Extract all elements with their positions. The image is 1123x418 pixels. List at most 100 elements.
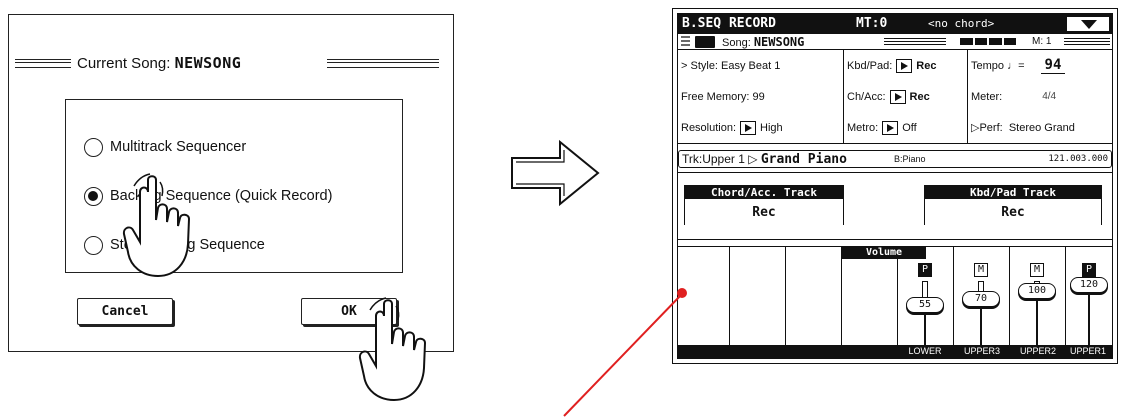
song-name-field: Song: NEWSONG <box>722 35 804 49</box>
play-arrow-icon[interactable] <box>882 120 899 135</box>
chord-indicator: <no chord> <box>928 17 995 30</box>
menu-lines-icon <box>681 36 690 46</box>
perf-value: Stereo Grand <box>1008 121 1075 134</box>
mode-title: B.SEQ RECORD <box>682 16 776 31</box>
play-arrow-icon[interactable] <box>896 58 913 73</box>
performance-param[interactable]: ▷Perf: Stereo Grand <box>968 112 1114 143</box>
tempo-label: Tempo <box>971 59 1005 72</box>
dialog-title-bar: Current Song: NEWSONG <box>9 53 453 77</box>
song-row: Song: NEWSONG M: 1 <box>678 34 1112 50</box>
param-col-2: Kbd/Pad: Rec Ch/Acc: Rec Metro: Off <box>844 50 968 144</box>
mixer-channel-upper1: P 120 <box>1066 247 1114 345</box>
radio-step-backing[interactable] <box>84 235 103 255</box>
page-menu-button[interactable] <box>1066 16 1110 32</box>
pointing-hand-icon <box>122 173 191 278</box>
style-param[interactable]: > Style: Easy Beat 1 <box>678 50 843 81</box>
channel-status-upper1[interactable]: P <box>1082 263 1096 277</box>
meter-param: Meter: 4/4 <box>968 81 1114 112</box>
fader-cap-upper1[interactable]: 120 <box>1070 277 1108 293</box>
fader-track <box>980 301 982 345</box>
play-arrow-icon[interactable] <box>889 89 906 104</box>
ch-acc-param[interactable]: Ch/Acc: Rec <box>844 81 967 112</box>
dialog-title-prefix: Current Song: <box>77 55 171 72</box>
chord-acc-track-status: Rec <box>752 205 776 220</box>
sound-prefix: ▷ <box>748 152 758 166</box>
mixer-empty-slot <box>842 247 898 345</box>
mixer-channel-upper2: M 100 <box>1010 247 1066 345</box>
title-rule-right <box>327 59 439 68</box>
channel-name-upper1: UPPER1 <box>1069 346 1106 356</box>
song-rule-mid <box>884 38 946 45</box>
metro-param[interactable]: Metro: Off <box>844 112 967 143</box>
mixer-empty-slot <box>786 247 842 345</box>
param-col-3: Tempo ♩= 94 Meter: 4/4 ▷Perf: Stereo Gra… <box>968 50 1114 144</box>
callout-pointer-dot <box>677 288 687 298</box>
fader-cap-upper3[interactable]: 70 <box>962 291 1000 307</box>
channel-status-upper2[interactable]: M <box>1030 263 1044 277</box>
option-multitrack[interactable]: Multitrack Sequencer <box>84 136 246 158</box>
dialog-title: Current Song: NEWSONG <box>77 54 241 72</box>
sound-name: Grand Piano <box>760 152 847 167</box>
meter-value: 4/4 <box>1042 91 1057 102</box>
mixer-channel-upper3: M 70 <box>954 247 1010 345</box>
parameter-grid: > Style: Easy Beat 1 Free Memory: 99 Res… <box>678 50 1112 144</box>
channel-name-lower: LOWER <box>908 346 942 356</box>
kbd-pad-param[interactable]: Kbd/Pad: Rec <box>844 50 967 81</box>
program-number: 121.003.000 <box>1048 154 1108 164</box>
tempo-param[interactable]: Tempo ♩= 94 <box>968 50 1114 81</box>
fader-lower[interactable]: P 55 <box>898 255 954 345</box>
dialog-song-name: NEWSONG <box>174 54 242 72</box>
kbd-pad-track-status: Rec <box>1001 205 1025 220</box>
fader-upper1[interactable]: P 120 <box>1062 255 1118 345</box>
kbd-pad-track-box[interactable]: Kbd/Pad Track Rec <box>924 185 1102 225</box>
metro-value: Off <box>902 121 917 134</box>
chevron-down-icon <box>1081 20 1097 29</box>
track-sound: Trk:Upper 1 ▷ Grand Piano <box>682 152 847 167</box>
mt-indicator: MT:0 <box>856 16 888 31</box>
fader-cap-lower[interactable]: 55 <box>906 297 944 313</box>
title-rule-left <box>15 59 71 68</box>
kbd-pad-track-title: Kbd/Pad Track <box>925 186 1101 199</box>
chord-acc-track-box[interactable]: Chord/Acc. Track Rec <box>684 185 844 225</box>
mixer-empty-slot <box>730 247 786 345</box>
ch-acc-label: Ch/Acc: <box>847 90 886 103</box>
song-progress-blocks <box>960 38 1016 45</box>
channel-status-lower[interactable]: P <box>918 263 932 277</box>
record-mode-options: Multitrack Sequencer Backing Sequence (Q… <box>65 99 403 273</box>
channel-name-upper3: UPPER3 <box>963 346 1000 356</box>
mixer-channel-names: LOWER UPPER3 UPPER2 UPPER1 <box>678 345 1112 358</box>
fader-track <box>1036 293 1038 345</box>
kbd-pad-label: Kbd/Pad: <box>847 59 893 72</box>
play-arrow-icon[interactable] <box>740 120 757 135</box>
kbd-pad-value: Rec <box>916 59 937 72</box>
right-arrow-icon <box>511 139 600 207</box>
channel-status-upper3[interactable]: M <box>974 263 988 277</box>
fader-track <box>1088 285 1090 345</box>
resolution-value: High <box>760 121 783 134</box>
fader-upper3[interactable]: M 70 <box>954 255 1010 345</box>
quarter-note-icon: ♩= <box>1007 59 1025 72</box>
fader-upper2[interactable]: M 100 <box>1010 255 1066 345</box>
track-info-bar[interactable]: Trk:Upper 1 ▷ Grand Piano B:Piano 121.00… <box>678 150 1112 168</box>
fader-cap-upper2[interactable]: 100 <box>1018 283 1056 299</box>
mixer-channel-lower: P 55 <box>898 247 954 345</box>
resolution-label: Resolution: <box>681 121 737 134</box>
song-icon <box>695 36 715 48</box>
radio-multitrack[interactable] <box>84 137 103 157</box>
resolution-param[interactable]: Resolution: High <box>678 112 843 143</box>
radio-backing-quick[interactable] <box>84 186 103 206</box>
callout-pointer-line <box>563 293 683 417</box>
free-memory-param: Free Memory: 99 <box>681 90 765 103</box>
perf-label: ▷Perf: <box>971 122 1003 134</box>
sound-bank: B:Piano <box>894 154 926 164</box>
cancel-button[interactable]: Cancel <box>77 298 173 325</box>
song-rule-right <box>1064 38 1110 45</box>
header-bar: B.SEQ RECORD MT:0 <no chord> <box>678 14 1112 34</box>
measure-counter: M: 1 <box>1032 36 1052 47</box>
keyboard-display: B.SEQ RECORD MT:0 <no chord> Song: NEWSO… <box>672 8 1118 364</box>
option-multitrack-label: Multitrack Sequencer <box>110 139 247 155</box>
record-status-panel: Chord/Acc. Track Rec Kbd/Pad Track Rec <box>678 172 1112 240</box>
channel-name-upper2: UPPER2 <box>1019 346 1056 356</box>
pointing-hand-ok-icon <box>358 297 427 402</box>
tempo-value[interactable]: 94 <box>1040 57 1066 74</box>
